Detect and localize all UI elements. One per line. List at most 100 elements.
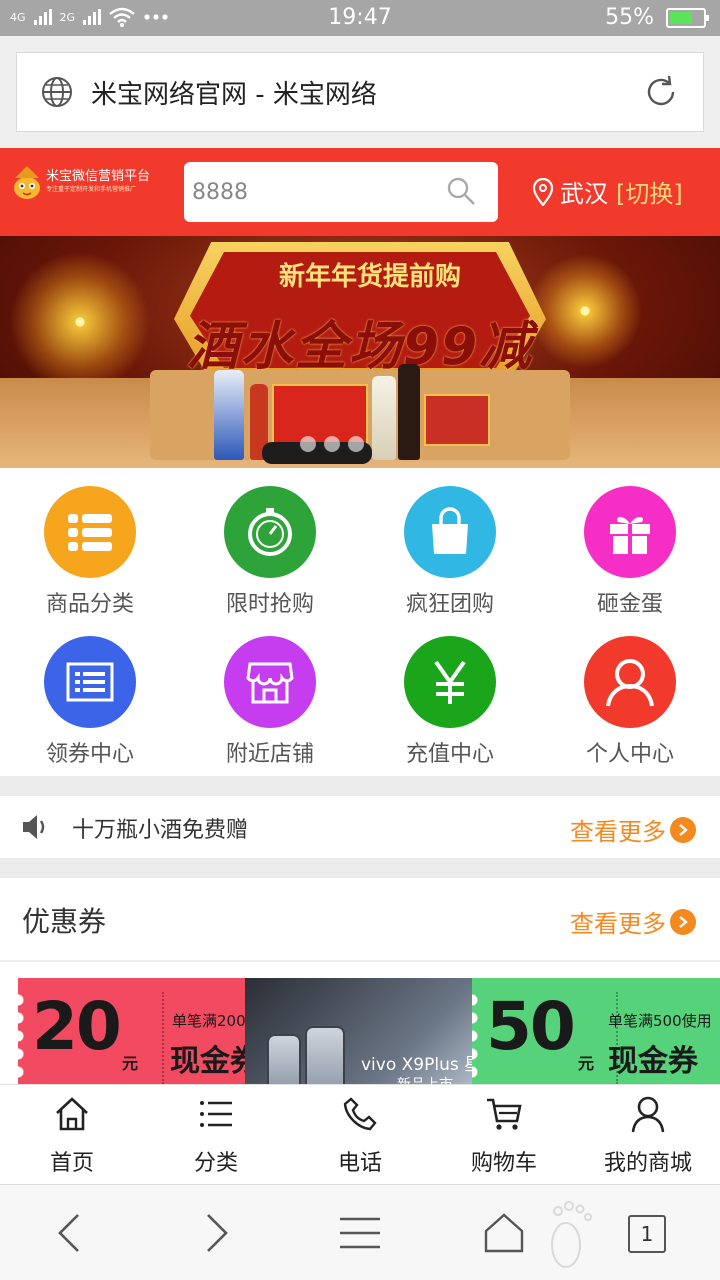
- menu-icon[interactable]: [338, 1211, 382, 1255]
- divider: [0, 960, 720, 962]
- grid-item-golden-egg[interactable]: 砸金蛋: [540, 468, 720, 618]
- coupon-more-link[interactable]: 查看更多: [570, 904, 696, 939]
- nav-home[interactable]: 首页: [0, 1085, 144, 1184]
- browser-address-area: 米宝网络官网 - 米宝网络: [0, 36, 720, 148]
- grid-item-profile[interactable]: 个人中心: [540, 618, 720, 768]
- phone-image-2: [305, 1026, 345, 1084]
- grid-label: 砸金蛋: [596, 592, 663, 617]
- grid-item-coupon-center[interactable]: 领券中心: [0, 618, 180, 768]
- coupon-amount: 20: [32, 988, 122, 1065]
- gift-box-decoration-2: [424, 394, 490, 446]
- search-box[interactable]: [184, 162, 498, 222]
- gift-icon: [584, 486, 676, 578]
- search-input[interactable]: [192, 179, 432, 205]
- coupon-card[interactable]: 20 元 单笔满200使 现金券: [18, 978, 246, 1084]
- city-name: 武汉: [560, 180, 608, 208]
- person-icon: [584, 636, 676, 728]
- logo-title: 米宝微信营销平台: [46, 169, 151, 184]
- app-bottom-nav: 首页 分类 电话 购物车 我的商城: [0, 1084, 720, 1184]
- section-title: 优惠券: [22, 905, 107, 938]
- coupon-condition: 单笔满200使: [172, 1012, 246, 1030]
- nav-phone[interactable]: 电话: [288, 1085, 432, 1184]
- cart-icon: [487, 1098, 522, 1130]
- battery-icon: [666, 7, 709, 28]
- bottle-blue: [214, 370, 244, 460]
- coupon-type: 现金券: [170, 1044, 246, 1079]
- address-bar[interactable]: 米宝网络官网 - 米宝网络: [16, 52, 704, 132]
- mascot-logo-icon: [14, 166, 40, 199]
- coupon-section: 优惠券 查看更多 20 元 单笔满200使 现金券 vivo X9Plus 星空…: [0, 878, 720, 1084]
- site-logo[interactable]: 米宝微信营销平台 专注重于定制开发和手机营销推广: [12, 164, 150, 200]
- grid-item-category[interactable]: 商品分类: [0, 468, 180, 618]
- status-right: 55%: [605, 5, 709, 30]
- yen-icon: [404, 636, 496, 728]
- product-promo-card[interactable]: vivo X9Plus 星空灰 新品上市: [245, 978, 473, 1084]
- function-grid: 商品分类 限时抢购 疯狂团购 砸金蛋 领券中心 附近店铺 充值中心 个人中心: [0, 468, 720, 776]
- location-pin-icon: [532, 177, 554, 206]
- home-icon: [56, 1097, 88, 1131]
- forward-icon[interactable]: [194, 1211, 238, 1255]
- grid-label: 限时抢购: [225, 592, 314, 617]
- tabs-count-button[interactable]: 1: [628, 1215, 666, 1253]
- home-icon[interactable]: [482, 1211, 526, 1255]
- grid-item-nearby-store[interactable]: 附近店铺: [180, 618, 360, 768]
- coupon-separator: [162, 992, 164, 1084]
- status-bar: 4G 2G 19:47 55%: [0, 0, 720, 36]
- coupon-icon: [44, 636, 136, 728]
- chevron-right-icon: [670, 908, 696, 935]
- battery-percent: 55%: [605, 5, 654, 30]
- globe-icon: [42, 77, 72, 107]
- coupon-unit: 元: [578, 1054, 595, 1073]
- grid-item-flash-sale[interactable]: 限时抢购: [180, 468, 360, 618]
- list-lines-icon: [200, 1101, 232, 1127]
- phone-icon: [343, 1097, 377, 1131]
- nav-label: 电话: [337, 1151, 382, 1176]
- promo-banner[interactable]: 新年年货提前购 酒水全场99减20: [0, 236, 720, 468]
- nav-label: 分类: [193, 1151, 238, 1176]
- stopwatch-icon: [224, 486, 316, 578]
- nav-my-mall[interactable]: 我的商城: [576, 1085, 720, 1184]
- footprint-watermark-icon: [551, 1201, 592, 1268]
- product-name: vivo X9Plus 星空灰: [361, 1055, 473, 1075]
- location-selector[interactable]: 武汉 [切换]: [532, 174, 683, 209]
- notice-bar: 十万瓶小酒免费赠 查看更多: [0, 796, 720, 858]
- coupon-type: 现金券: [608, 1044, 698, 1079]
- reload-icon[interactable]: [641, 72, 681, 112]
- notice-more-link[interactable]: 查看更多: [570, 812, 696, 847]
- more-label: 查看更多: [570, 818, 666, 846]
- coupon-card[interactable]: 50 元 单笔满500使用 现金券: [472, 978, 720, 1084]
- more-label: 查看更多: [570, 910, 666, 938]
- coupon-notch: [472, 992, 480, 1084]
- switch-city-link[interactable]: [切换]: [616, 174, 683, 209]
- grid-label: 疯狂团购: [405, 592, 494, 617]
- coupon-condition: 单笔满500使用: [608, 1012, 712, 1030]
- nav-label: 首页: [49, 1151, 94, 1176]
- browser-toolbar: 1: [0, 1184, 720, 1280]
- phone-image: [267, 1034, 301, 1084]
- product-subtitle: 新品上市: [397, 1074, 453, 1084]
- speaker-icon: [23, 815, 45, 839]
- coupon-amount: 50: [486, 988, 576, 1065]
- banner-headline: 新年年货提前购: [278, 262, 461, 292]
- nav-cart[interactable]: 购物车: [432, 1085, 576, 1184]
- back-icon[interactable]: [48, 1211, 92, 1255]
- grid-item-group-buy[interactable]: 疯狂团购: [360, 468, 540, 618]
- coupon-unit: 元: [122, 1054, 139, 1073]
- user-icon: [631, 1096, 665, 1133]
- page-title: 米宝网络官网 - 米宝网络: [91, 79, 377, 110]
- bottle-wine: [398, 364, 420, 460]
- chevron-right-icon: [670, 816, 696, 843]
- coupon-notch: [18, 992, 26, 1084]
- nav-label: 购物车: [470, 1151, 537, 1176]
- banner-pagination[interactable]: [300, 436, 364, 452]
- grid-label: 附近店铺: [225, 742, 314, 767]
- store-icon: [224, 636, 316, 728]
- search-icon[interactable]: [446, 176, 476, 206]
- notice-message[interactable]: 十万瓶小酒免费赠: [72, 812, 248, 844]
- nav-category[interactable]: 分类: [144, 1085, 288, 1184]
- grid-item-recharge[interactable]: 充值中心: [360, 618, 540, 768]
- site-header: 米宝微信营销平台 专注重于定制开发和手机营销推广 武汉 [切换]: [0, 148, 720, 236]
- shopping-bag-icon: [404, 486, 496, 578]
- grid-label: 商品分类: [45, 592, 134, 617]
- grid-label: 领券中心: [45, 742, 134, 767]
